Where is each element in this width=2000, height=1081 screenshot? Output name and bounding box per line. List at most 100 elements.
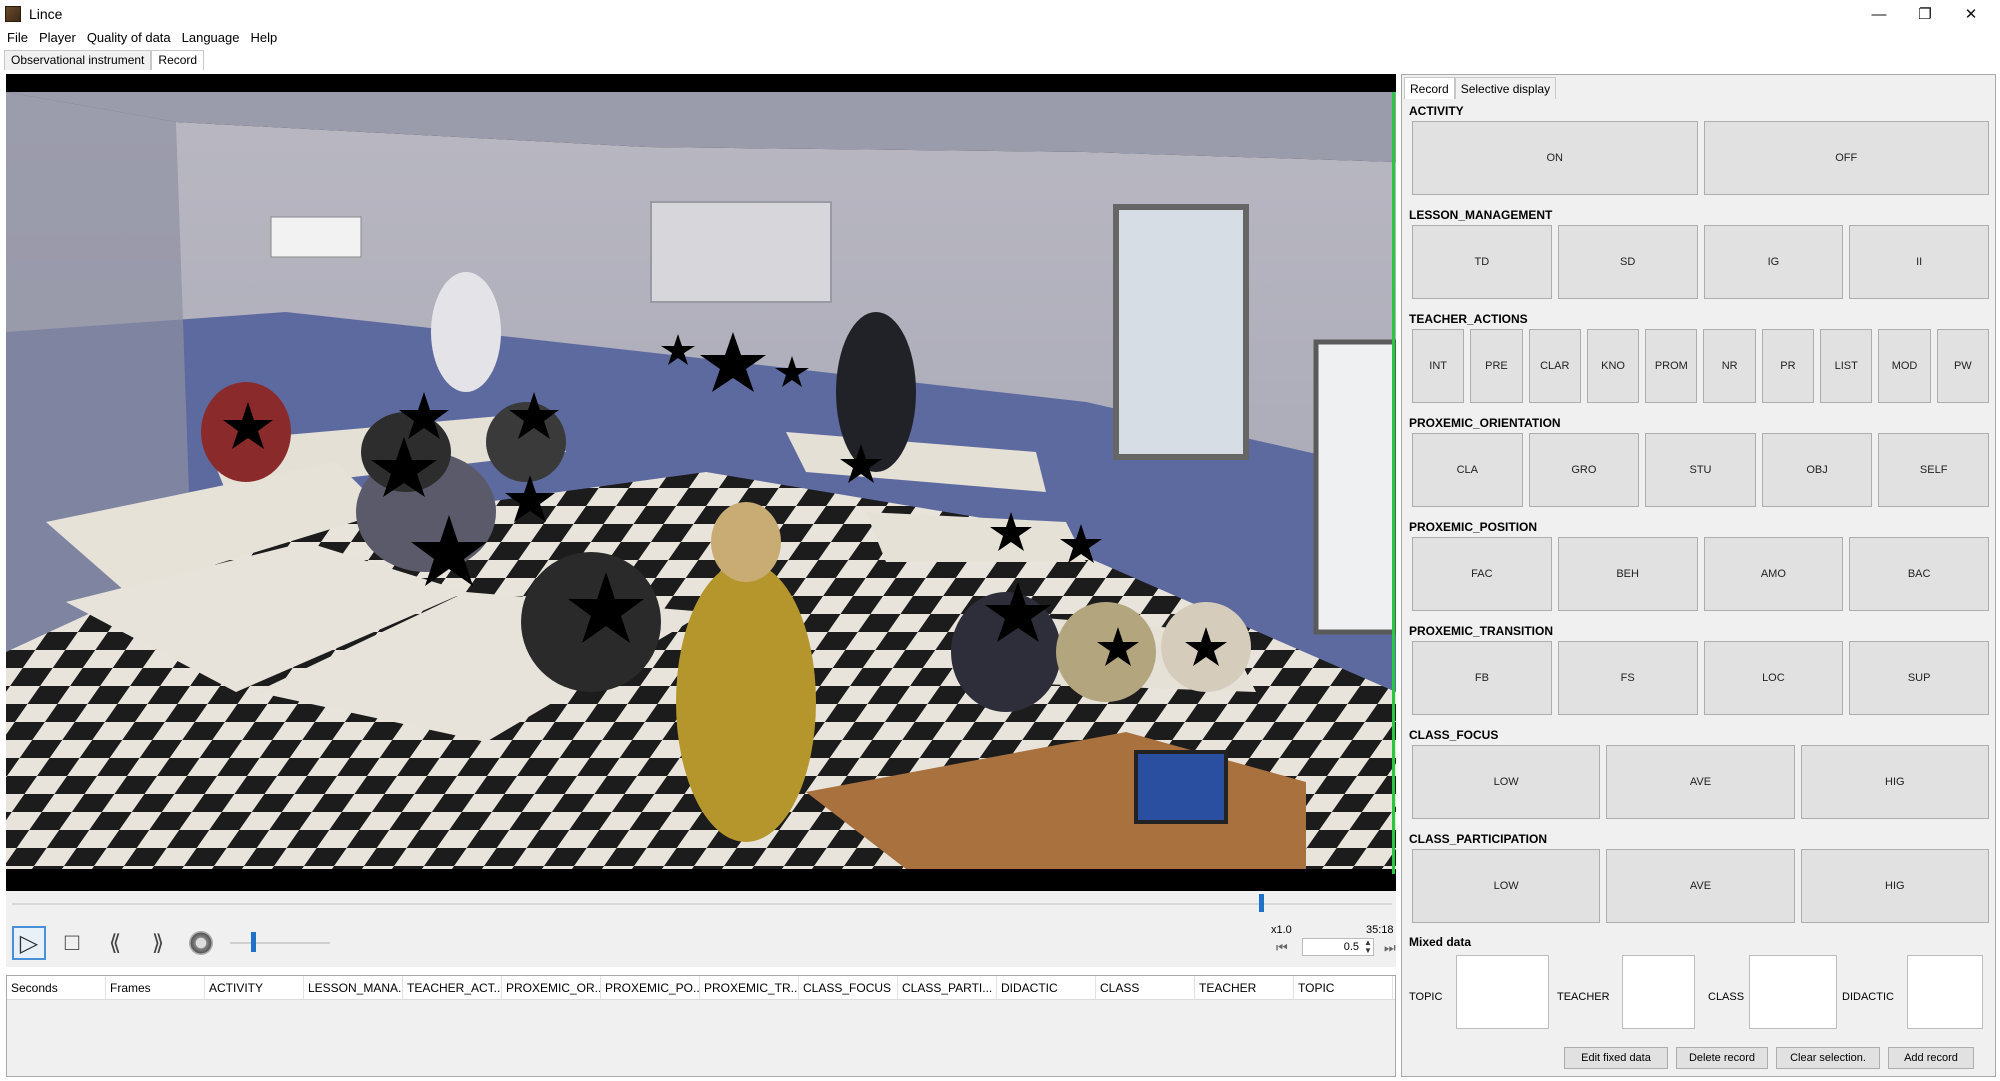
code-button-cla[interactable]: CLA bbox=[1412, 433, 1523, 507]
code-button-ii[interactable]: II bbox=[1849, 225, 1989, 299]
group-lesson-management: LESSON_MANAGEMENT TD SD IG II bbox=[1407, 205, 1989, 309]
didactic-label: DIDACTIC bbox=[1842, 991, 1894, 1003]
rewind-button[interactable]: ⟪ bbox=[98, 926, 132, 960]
records-table[interactable]: Seconds Frames ACTIVITY LESSON_MANA... T… bbox=[6, 975, 1396, 1077]
code-button-participation-low[interactable]: LOW bbox=[1412, 849, 1601, 923]
column-header-class[interactable]: CLASS bbox=[1096, 976, 1195, 999]
code-button-fac[interactable]: FAC bbox=[1412, 537, 1552, 611]
mixed-data-section: Mixed data TOPIC TEACHER CLASS DIDACTIC bbox=[1407, 931, 1989, 1031]
column-header-activity[interactable]: ACTIVITY bbox=[205, 976, 304, 999]
app-icon bbox=[5, 6, 21, 22]
menu-bar: File Player Quality of data Language Hel… bbox=[0, 28, 281, 46]
class-field[interactable] bbox=[1749, 955, 1837, 1029]
code-button-nr[interactable]: NR bbox=[1703, 329, 1756, 403]
fast-forward-button[interactable]: ⟫ bbox=[141, 926, 175, 960]
tab-selective-display[interactable]: Selective display bbox=[1454, 77, 1557, 99]
group-label: PROXEMIC_ORIENTATION bbox=[1409, 416, 1561, 430]
code-button-loc[interactable]: LOC bbox=[1703, 641, 1844, 715]
code-button-off[interactable]: OFF bbox=[1703, 121, 1989, 195]
didactic-field[interactable] bbox=[1907, 955, 1983, 1029]
code-button-amo[interactable]: AMO bbox=[1703, 537, 1844, 611]
play-button[interactable]: ▷ bbox=[12, 926, 46, 960]
menu-help[interactable]: Help bbox=[246, 30, 281, 45]
column-header-class-focus[interactable]: CLASS_FOCUS bbox=[799, 976, 898, 999]
code-button-focus-low[interactable]: LOW bbox=[1412, 745, 1601, 819]
code-button-on[interactable]: ON bbox=[1412, 121, 1698, 195]
menu-file[interactable]: File bbox=[3, 30, 32, 45]
group-proxemic-orientation: PROXEMIC_ORIENTATION CLA GRO STU OBJ SEL… bbox=[1407, 413, 1989, 517]
volume-button[interactable] bbox=[184, 926, 218, 960]
code-button-stu[interactable]: STU bbox=[1645, 433, 1756, 507]
rewind-icon: ⟪ bbox=[108, 930, 122, 955]
column-header-topic[interactable]: TOPIC bbox=[1294, 976, 1393, 999]
column-header-lesson-management[interactable]: LESSON_MANA... bbox=[304, 976, 403, 999]
teacher-field[interactable] bbox=[1622, 955, 1695, 1029]
code-button-clar[interactable]: CLAR bbox=[1528, 329, 1581, 403]
prev-frame-icon[interactable]: ⏮ bbox=[1276, 940, 1288, 956]
speed-spinner[interactable]: ▲ ▼ bbox=[1364, 939, 1372, 955]
code-button-focus-ave[interactable]: AVE bbox=[1606, 745, 1795, 819]
maximize-button[interactable]: ❐ bbox=[1902, 0, 1948, 28]
tab-record[interactable]: Record bbox=[151, 50, 205, 70]
column-header-class-participation[interactable]: CLASS_PARTI... bbox=[898, 976, 997, 999]
classroom-video-frame bbox=[6, 92, 1396, 869]
next-frame-icon[interactable]: ⏭ bbox=[1384, 940, 1396, 956]
topic-field[interactable] bbox=[1456, 955, 1549, 1029]
group-label: TEACHER_ACTIONS bbox=[1409, 312, 1528, 326]
code-button-fb[interactable]: FB bbox=[1412, 641, 1552, 715]
criteria-groups: ACTIVITY ON OFF LESSON_MANAGEMENT TD SD … bbox=[1407, 101, 1989, 933]
code-button-participation-ave[interactable]: AVE bbox=[1606, 849, 1795, 923]
group-activity: ACTIVITY ON OFF bbox=[1407, 101, 1989, 205]
menu-language[interactable]: Language bbox=[178, 30, 244, 45]
code-button-ig[interactable]: IG bbox=[1703, 225, 1844, 299]
minimize-button[interactable]: — bbox=[1856, 0, 1902, 28]
speed-label: x1.0 bbox=[1271, 924, 1292, 936]
stop-button[interactable]: □ bbox=[55, 926, 89, 960]
code-button-int[interactable]: INT bbox=[1412, 329, 1465, 403]
column-header-teacher-actions[interactable]: TEACHER_ACT... bbox=[403, 976, 502, 999]
video-player[interactable] bbox=[6, 74, 1396, 891]
code-button-participation-hig[interactable]: HIG bbox=[1800, 849, 1989, 923]
code-button-obj[interactable]: OBJ bbox=[1761, 433, 1873, 507]
code-button-focus-hig[interactable]: HIG bbox=[1800, 745, 1989, 819]
code-button-pr[interactable]: PR bbox=[1761, 329, 1815, 403]
code-button-kno[interactable]: KNO bbox=[1586, 329, 1640, 403]
video-border-indicator bbox=[1392, 92, 1395, 874]
code-button-gro[interactable]: GRO bbox=[1528, 433, 1640, 507]
code-button-fs[interactable]: FS bbox=[1557, 641, 1698, 715]
code-button-list[interactable]: LIST bbox=[1820, 329, 1873, 403]
seek-slider-thumb[interactable] bbox=[1259, 894, 1264, 912]
column-header-proxemic-transition[interactable]: PROXEMIC_TR... bbox=[700, 976, 799, 999]
volume-slider-thumb[interactable] bbox=[251, 932, 256, 952]
column-header-seconds[interactable]: Seconds bbox=[7, 976, 106, 999]
seek-slider-track[interactable] bbox=[12, 903, 1392, 905]
code-button-pw[interactable]: PW bbox=[1936, 329, 1989, 403]
code-button-mod[interactable]: MOD bbox=[1878, 329, 1931, 403]
code-button-sup[interactable]: SUP bbox=[1849, 641, 1989, 715]
code-button-beh[interactable]: BEH bbox=[1557, 537, 1698, 611]
code-button-prom[interactable]: PROM bbox=[1645, 329, 1698, 403]
menu-quality-of-data[interactable]: Quality of data bbox=[83, 30, 175, 45]
close-button[interactable]: ✕ bbox=[1948, 0, 1994, 28]
tab-record-panel[interactable]: Record bbox=[1404, 77, 1455, 99]
code-button-td[interactable]: TD bbox=[1412, 225, 1552, 299]
code-button-pre[interactable]: PRE bbox=[1470, 329, 1523, 403]
column-header-teacher[interactable]: TEACHER bbox=[1195, 976, 1294, 999]
column-header-frames[interactable]: Frames bbox=[106, 976, 205, 999]
volume-slider-track[interactable] bbox=[230, 942, 330, 944]
column-header-didactic[interactable]: DIDACTIC bbox=[997, 976, 1096, 999]
add-record-button[interactable]: Add record bbox=[1888, 1047, 1974, 1069]
clear-selection-button[interactable]: Clear selection. bbox=[1776, 1047, 1880, 1069]
edit-fixed-data-button[interactable]: Edit fixed data bbox=[1564, 1047, 1668, 1069]
menu-player[interactable]: Player bbox=[35, 30, 80, 45]
code-button-sd[interactable]: SD bbox=[1557, 225, 1698, 299]
code-button-bac[interactable]: BAC bbox=[1849, 537, 1989, 611]
player-controls: ▷ □ ⟪ ⟫ x1.0 35:18 ⏮ 0.5 ▲ ▼ ⏭ bbox=[6, 891, 1396, 967]
delete-record-button[interactable]: Delete record bbox=[1676, 1047, 1768, 1069]
code-button-self[interactable]: SELF bbox=[1878, 433, 1989, 507]
column-header-proxemic-position[interactable]: PROXEMIC_PO... bbox=[601, 976, 700, 999]
main-tabs: Observational instrument Record bbox=[4, 50, 205, 70]
tab-observational-instrument[interactable]: Observational instrument bbox=[4, 50, 152, 70]
column-header-proxemic-orientation[interactable]: PROXEMIC_OR... bbox=[502, 976, 601, 999]
duration-label: 35:18 bbox=[1366, 924, 1394, 936]
